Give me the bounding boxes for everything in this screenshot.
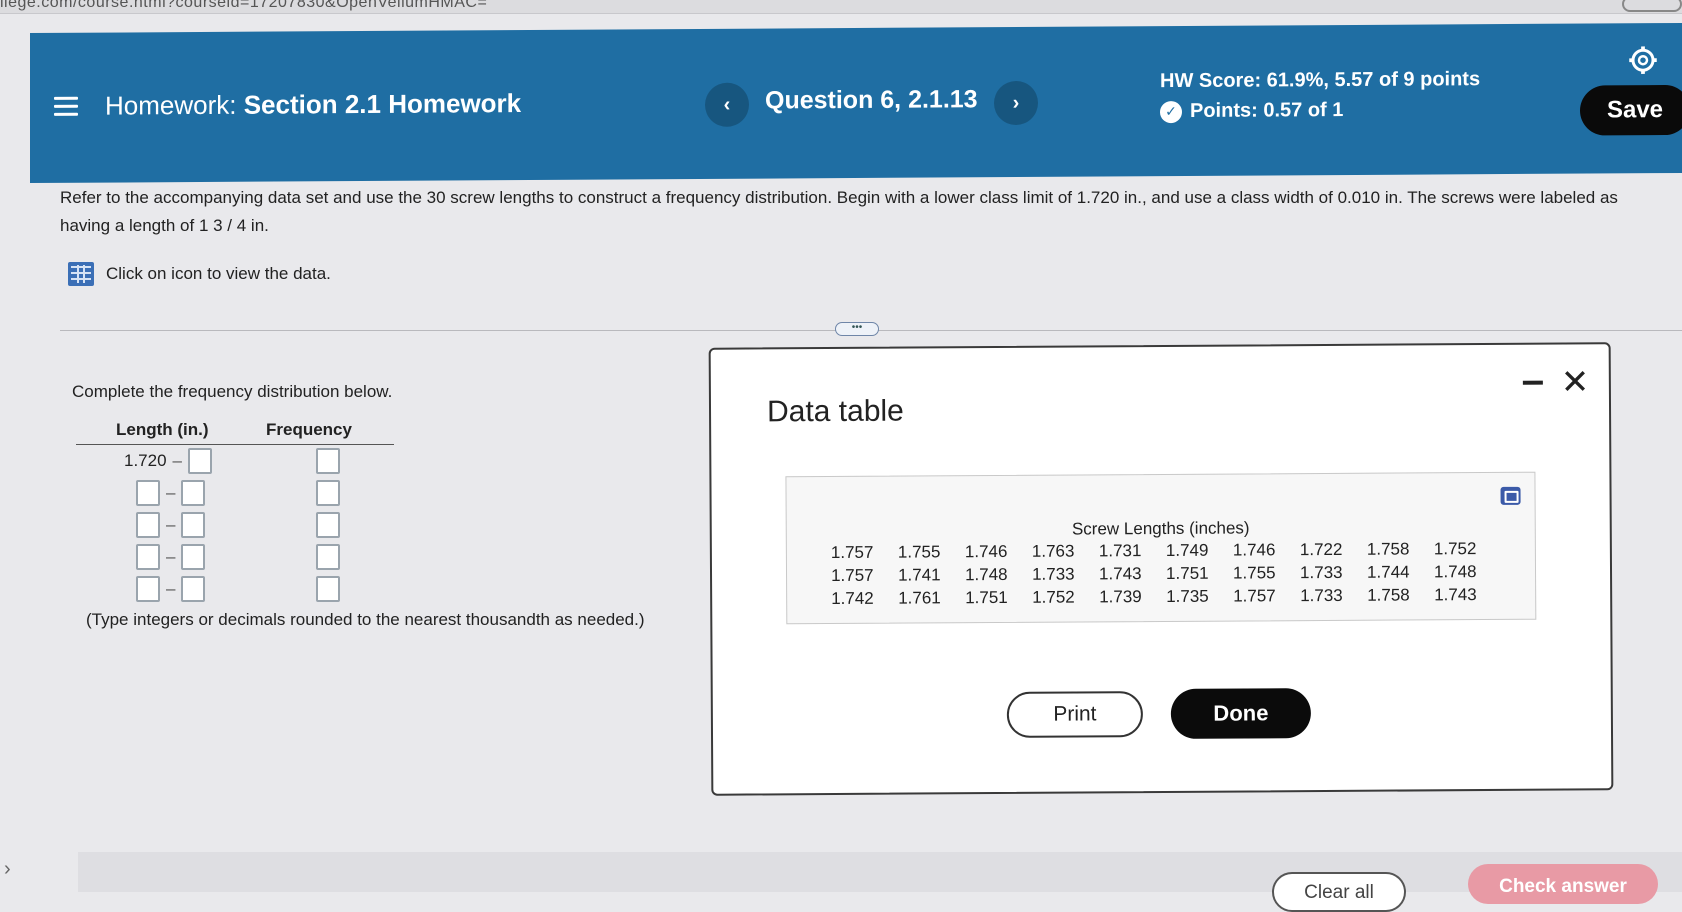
gear-icon[interactable] — [1628, 45, 1658, 75]
data-table-icon[interactable] — [68, 262, 94, 286]
homework-title: Homework: Section 2.1 Homework — [105, 88, 521, 122]
lower-limit-input[interactable] — [136, 544, 160, 570]
data-cell: 1.733 — [1032, 564, 1099, 584]
hw-score: HW Score: 61.9%, 5.57 of 9 points — [1160, 68, 1480, 93]
data-cell: 1.755 — [1233, 563, 1300, 583]
data-cell: 1.744 — [1367, 562, 1434, 582]
browser-tab-pill[interactable] — [1622, 0, 1682, 12]
data-cell: 1.733 — [1300, 563, 1367, 583]
data-cell: 1.733 — [1300, 586, 1367, 606]
frequency-input[interactable] — [316, 448, 340, 474]
partial-credit-icon: ✓ — [1160, 101, 1182, 123]
print-button[interactable]: Print — [1007, 691, 1143, 738]
data-cell: 1.757 — [831, 566, 898, 586]
frequency-input[interactable] — [316, 512, 340, 538]
data-cell: 1.739 — [1099, 587, 1166, 607]
upper-limit-input[interactable] — [181, 544, 205, 570]
data-cell: 1.731 — [1099, 541, 1166, 561]
chevron-left-icon: ‹ — [724, 93, 731, 116]
minimize-icon[interactable] — [1523, 381, 1543, 385]
dialog-title: Data table — [767, 395, 904, 430]
screw-lengths-table: Screw Lengths (inches) 1.7571.7551.7461.… — [785, 472, 1536, 625]
first-lower-limit: 1.720 — [124, 451, 167, 471]
close-icon[interactable]: ✕ — [1561, 362, 1590, 402]
view-data-label[interactable]: Click on icon to view the data. — [106, 264, 331, 284]
data-cell: 1.742 — [831, 589, 898, 609]
upper-limit-input[interactable] — [188, 448, 212, 474]
upper-limit-input[interactable] — [181, 512, 205, 538]
data-cell: 1.735 — [1166, 587, 1233, 607]
data-cell: 1.757 — [831, 543, 898, 563]
data-cell: 1.748 — [965, 565, 1032, 585]
data-cell: 1.743 — [1099, 564, 1166, 584]
table-row: – — [76, 541, 394, 573]
frequency-table: Length (in.) Frequency 1.720 – – – – — [76, 420, 394, 605]
data-cell: 1.761 — [898, 588, 965, 608]
upper-limit-input[interactable] — [181, 480, 205, 506]
data-cell: 1.751 — [1166, 564, 1233, 584]
data-values-grid: 1.7571.7551.7461.7631.7311.7491.7461.722… — [831, 539, 1501, 609]
question-prompt: Refer to the accompanying data set and u… — [60, 184, 1660, 240]
data-cell: 1.748 — [1434, 562, 1501, 582]
data-cell: 1.763 — [1032, 541, 1099, 561]
browser-url-bar[interactable]: llege.com/course.html?courseid=17207830&… — [0, 0, 1682, 14]
expand-sidebar-icon[interactable]: › — [4, 858, 11, 881]
data-table-dialog: Data table ✕ Screw Lengths (inches) 1.75… — [709, 342, 1614, 796]
frequency-input[interactable] — [316, 480, 340, 506]
data-cell: 1.722 — [1300, 540, 1367, 560]
check-answer-button[interactable]: Check answer — [1468, 864, 1658, 904]
data-cell: 1.757 — [1233, 586, 1300, 606]
lower-limit-input[interactable] — [136, 480, 160, 506]
upper-limit-input[interactable] — [181, 576, 205, 602]
data-cell: 1.755 — [898, 542, 965, 562]
expand-handle[interactable]: ••• — [835, 322, 879, 336]
table-row: – — [76, 509, 394, 541]
title-main: Section 2.1 Homework — [244, 88, 521, 120]
frequency-table-header: Length (in.) Frequency — [76, 420, 394, 445]
view-data-link[interactable]: Click on icon to view the data. — [68, 262, 331, 286]
data-cell: 1.749 — [1166, 541, 1233, 561]
length-column-header: Length (in.) — [76, 420, 266, 440]
points-text: Points: 0.57 of 1 — [1190, 99, 1343, 123]
done-button[interactable]: Done — [1171, 688, 1311, 739]
data-table-heading: Screw Lengths (inches) — [787, 517, 1535, 542]
table-row: – — [76, 477, 394, 509]
clear-all-button[interactable]: Clear all — [1272, 872, 1406, 912]
copy-data-icon[interactable] — [1501, 487, 1521, 505]
rounding-hint: (Type integers or decimals rounded to th… — [86, 610, 645, 630]
data-cell: 1.746 — [965, 542, 1032, 562]
menu-icon[interactable] — [54, 97, 78, 117]
data-cell: 1.758 — [1367, 585, 1434, 605]
title-prefix: Homework: — [105, 90, 236, 121]
table-row: – — [76, 573, 394, 605]
homework-header: Homework: Section 2.1 Homework ‹ Questio… — [30, 23, 1682, 183]
lower-limit-input[interactable] — [136, 512, 160, 538]
frequency-input[interactable] — [316, 576, 340, 602]
lower-limit-input[interactable] — [136, 576, 160, 602]
url-text[interactable]: llege.com/course.html?courseid=17207830&… — [0, 0, 487, 12]
distribution-instruction: Complete the frequency distribution belo… — [72, 382, 392, 402]
data-cell: 1.751 — [965, 588, 1032, 608]
save-button[interactable]: Save — [1580, 85, 1682, 136]
frequency-column-header: Frequency — [266, 420, 394, 440]
previous-question-button[interactable]: ‹ — [705, 83, 749, 127]
next-question-button[interactable]: › — [994, 81, 1038, 125]
points-row: ✓ Points: 0.57 of 1 — [1160, 99, 1343, 123]
data-cell: 1.743 — [1434, 585, 1501, 605]
table-row: 1.720 – — [76, 445, 394, 477]
data-cell: 1.758 — [1367, 539, 1434, 559]
frequency-input[interactable] — [316, 544, 340, 570]
chevron-right-icon: › — [1013, 92, 1020, 115]
data-cell: 1.741 — [898, 565, 965, 585]
data-cell: 1.752 — [1032, 587, 1099, 607]
data-cell: 1.752 — [1434, 539, 1501, 559]
question-label: Question 6, 2.1.13 — [765, 85, 978, 115]
data-cell: 1.746 — [1233, 540, 1300, 560]
answer-bar — [78, 852, 1682, 892]
